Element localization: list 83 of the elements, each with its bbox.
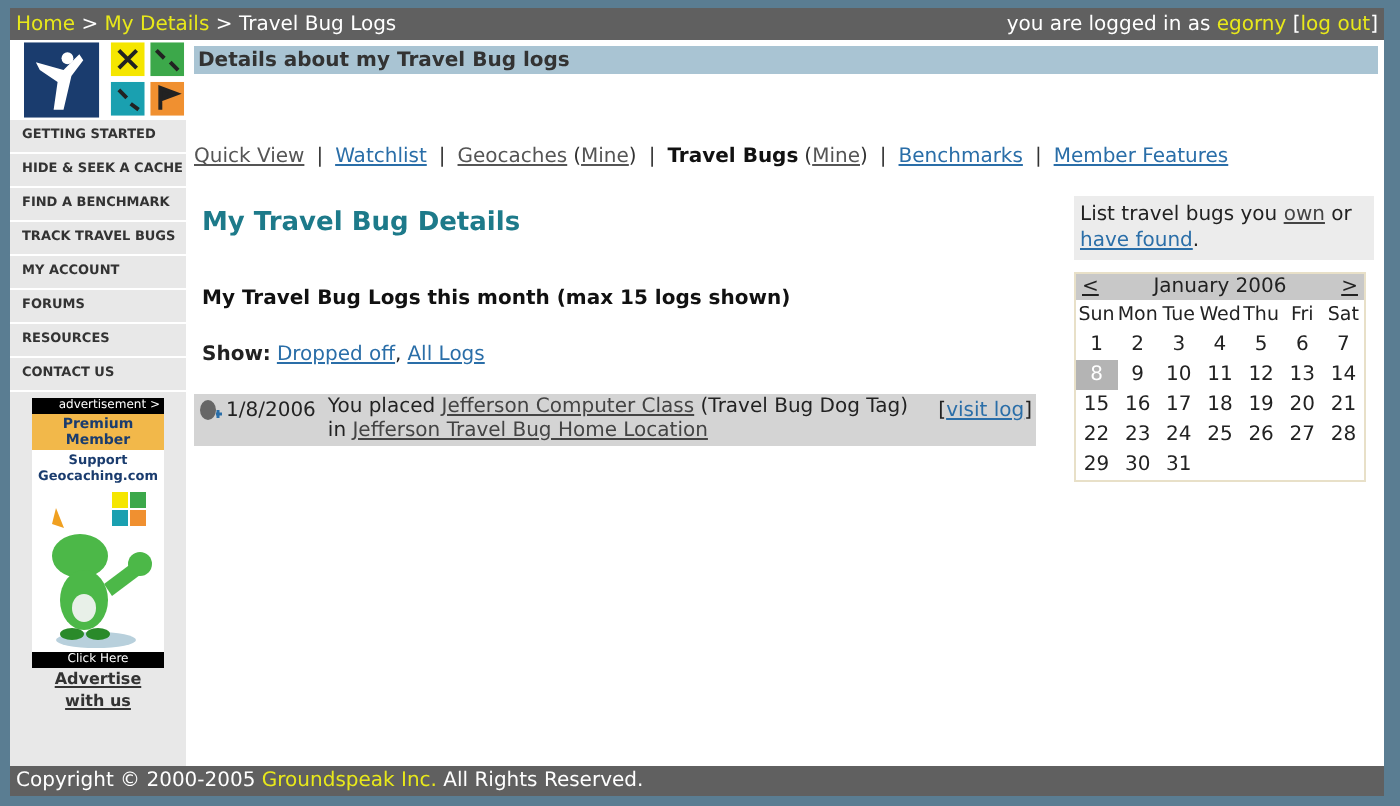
weekday-label: Fri — [1288, 302, 1316, 330]
separator: | — [438, 144, 446, 172]
calendar-day[interactable]: 2 — [1117, 330, 1159, 360]
side-note: List travel bugs you own or have found. — [1074, 196, 1374, 260]
log-text: You placed Jefferson Computer Class (Travel Bug Dog Tag) in Jefferson Travel Bug Home Location — [327, 395, 910, 443]
calendar-day[interactable]: 31 — [1158, 450, 1200, 480]
nav-link[interactable]: Quick View — [194, 142, 305, 172]
breadcrumb: Home > My Details > Travel Bug Logs — [16, 11, 397, 39]
mine-link[interactable]: Mine — [581, 146, 629, 168]
calendar-day[interactable]: 3 — [1158, 330, 1200, 360]
visit-log-link[interactable]: visit log — [946, 399, 1025, 421]
breadcrumb-link[interactable]: Home — [16, 13, 76, 35]
calendar-day[interactable]: 24 — [1158, 420, 1200, 450]
calendar-day[interactable]: 30 — [1117, 450, 1159, 480]
calendar-day[interactable]: 29 — [1076, 450, 1118, 480]
calendar-day[interactable]: 25 — [1199, 420, 1241, 450]
breadcrumb-current: Travel Bug Logs — [238, 13, 397, 35]
weekday-label: Tue — [1160, 302, 1198, 330]
calendar-day[interactable]: 23 — [1117, 420, 1159, 450]
calendar-day[interactable]: 28 — [1322, 420, 1364, 450]
nav-link[interactable]: Member Features — [1053, 142, 1229, 172]
visit-log-group: [visit log] — [938, 395, 1032, 425]
calendar-day[interactable]: 6 — [1281, 330, 1323, 360]
weekday-label: Wed — [1199, 302, 1241, 330]
own-link[interactable]: own — [1283, 204, 1325, 226]
calendar-day[interactable]: 5 — [1240, 330, 1282, 360]
calendar-title: January 2006 — [1153, 274, 1287, 302]
calendar-day[interactable]: 12 — [1240, 360, 1282, 390]
nav-link[interactable]: Geocaches — [457, 142, 568, 172]
breadcrumb-link[interactable]: My Details — [104, 13, 210, 35]
calendar-day[interactable]: 7 — [1322, 330, 1364, 360]
calendar-day[interactable]: 18 — [1199, 390, 1241, 420]
page-title: My Travel Bug Details — [202, 206, 523, 242]
nav-current: Travel Bugs — [667, 144, 799, 172]
username-link[interactable]: egorny — [1216, 13, 1287, 35]
calendar-day[interactable]: 17 — [1158, 390, 1200, 420]
calendar-day[interactable]: 27 — [1281, 420, 1323, 450]
copyright-text: Copyright © 2000-2005 Groundspeak Inc. All Rights Reserved. — [16, 768, 644, 796]
nav-link[interactable]: Watchlist — [335, 142, 427, 172]
filter-link[interactable]: All Logs — [407, 339, 485, 369]
calendar-day[interactable]: 14 — [1322, 360, 1364, 390]
separator: | — [879, 144, 887, 172]
mine-link[interactable]: Mine — [812, 146, 860, 168]
calendar-day[interactable]: 15 — [1076, 390, 1118, 420]
filter-link[interactable]: Dropped off — [276, 339, 396, 369]
logout-link[interactable]: log out — [1300, 13, 1371, 35]
mine-link-group: (Mine) — [573, 142, 637, 172]
separator: | — [1034, 144, 1042, 172]
item-link[interactable]: Jefferson Computer Class — [441, 395, 695, 417]
login-status: you are logged in as egorny [log out] — [1006, 11, 1378, 39]
section-heading: My Travel Bug Logs this month (max 15 logs shown) — [202, 285, 793, 313]
location-link[interactable]: Jefferson Travel Bug Home Location — [352, 419, 708, 441]
weekday-label: Mon — [1117, 302, 1159, 330]
mine-link-group: (Mine) — [804, 142, 868, 172]
weekday-label: Sun — [1076, 302, 1117, 330]
calendar-day[interactable]: 19 — [1240, 390, 1282, 420]
bug-icon — [198, 397, 222, 421]
calendar-day[interactable]: 11 — [1199, 360, 1241, 390]
next-month-link[interactable]: > — [1341, 272, 1358, 302]
calendar-day[interactable]: 21 — [1322, 390, 1364, 420]
calendar-day[interactable]: 9 — [1117, 360, 1159, 390]
weekday-label: Thu — [1241, 302, 1281, 330]
advertise-link[interactable]: Advertise with us — [38, 668, 158, 712]
calendar-day[interactable]: 13 — [1281, 360, 1323, 390]
calendar-day[interactable]: 16 — [1117, 390, 1159, 420]
calendar-day[interactable]: 1 — [1076, 330, 1118, 360]
weekday-label: Sat — [1325, 302, 1361, 330]
nav-link[interactable]: Benchmarks — [898, 142, 1023, 172]
logo-icon[interactable] — [24, 42, 186, 118]
log-date: 1/8/2006 — [226, 397, 316, 425]
separator: | — [316, 144, 324, 172]
calendar-day[interactable]: 20 — [1281, 390, 1323, 420]
page-header: Details about my Travel Bug logs — [194, 46, 1378, 74]
show-label: Show: — [202, 341, 271, 369]
calendar-day[interactable]: 4 — [1199, 330, 1241, 360]
company-link[interactable]: Groundspeak Inc. — [261, 770, 437, 792]
comma: , — [395, 341, 402, 369]
separator: | — [648, 144, 656, 172]
calendar-day[interactable]: 22 — [1076, 420, 1118, 450]
previous-month-link[interactable]: < — [1082, 272, 1099, 302]
calendar-day[interactable]: 26 — [1240, 420, 1282, 450]
found-link[interactable]: have found — [1080, 230, 1193, 252]
calendar-day[interactable]: 10 — [1158, 360, 1200, 390]
